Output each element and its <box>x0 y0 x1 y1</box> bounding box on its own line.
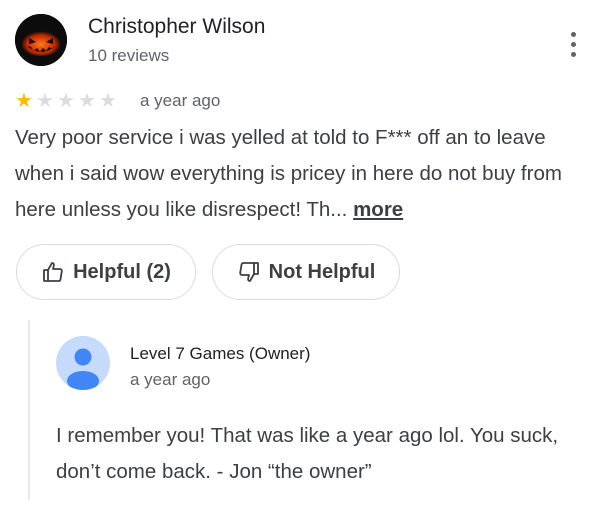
star-icon: ★ <box>36 90 54 112</box>
star-icon: ★ <box>99 90 117 112</box>
owner-name: Level 7 Games (Owner) <box>130 344 311 363</box>
review-text: Very poor service i was yelled at told t… <box>15 120 595 228</box>
more-link[interactable]: more <box>353 198 403 221</box>
owner-avatar <box>56 336 110 390</box>
star-icon: ★ <box>57 90 75 112</box>
not-helpful-label: Not Helpful <box>268 260 376 283</box>
review-body: Very poor service i was yelled at told t… <box>15 126 562 221</box>
reply-divider <box>28 320 30 500</box>
review-date: a year ago <box>140 91 221 110</box>
owner-reply-date: a year ago <box>130 370 211 389</box>
reviewer-name[interactable]: Christopher Wilson <box>88 15 265 39</box>
thumb-up-icon <box>43 262 63 282</box>
star-icon: ★ <box>15 90 33 112</box>
helpful-label: Helpful (2) <box>73 260 171 283</box>
reviewer-review-count: 10 reviews <box>88 46 170 65</box>
helpful-button[interactable]: Helpful (2) <box>16 244 196 300</box>
reviewer-avatar[interactable] <box>15 14 67 66</box>
thumb-down-icon <box>238 262 259 282</box>
star-icon: ★ <box>78 90 96 112</box>
not-helpful-button[interactable]: Not Helpful <box>212 244 400 300</box>
owner-reply-text: I remember you! That was like a year ago… <box>56 424 559 483</box>
more-options-icon[interactable] <box>560 24 586 64</box>
star-rating: ★ ★ ★ ★ ★ <box>15 90 120 112</box>
